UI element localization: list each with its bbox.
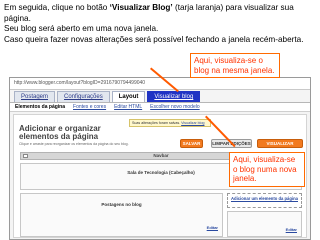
saved-notice: Suas alterações foram salvas. Visualizar…	[129, 119, 211, 127]
sidebar-gadget[interactable]: Editar	[227, 211, 302, 237]
tab-layout[interactable]: Layout	[111, 91, 146, 102]
tab-visualizar-blog[interactable]: Visualizar blog	[147, 91, 201, 102]
subnav-fontes[interactable]: Fontes e cores	[73, 104, 106, 110]
callout-new-window: Aqui, visualiza-se o blog numa nova jane…	[229, 152, 305, 187]
save-button[interactable]: SALVAR	[180, 139, 203, 148]
navbar-label: Navbar	[153, 153, 169, 158]
page-title: Adicionar e organizar elementos da págin…	[19, 124, 101, 141]
instructions-button-name: ‘Visualizar Blog’	[109, 3, 173, 12]
tab-postagem[interactable]: Postagem	[14, 91, 56, 102]
address-bar[interactable]: http://www.blogger.com/layout?blogID=291…	[10, 78, 310, 90]
navbar-edit-icon[interactable]	[23, 154, 28, 158]
add-gadget-link[interactable]: Adicionar um elemento da página	[227, 193, 302, 208]
callout-same-window: Aqui, visualiza-se o blog na mesma janel…	[190, 53, 280, 78]
instructions-line-1: Em seguida, clique no botão ‘Visualizar …	[4, 3, 318, 24]
instructions-line-3: Caso queira fazer novas alterações será …	[4, 34, 304, 44]
page-description: Clique e arraste para reorganizar os ele…	[19, 142, 129, 146]
saved-notice-text: Suas alterações foram salvas.	[132, 121, 181, 125]
layout-subnav: Elementos da página Fontes e cores Edita…	[10, 103, 310, 112]
preview-button[interactable]: VISUALIZAR	[257, 139, 303, 148]
blog-posts-edit-link[interactable]: Editar	[207, 225, 218, 230]
main-tabs: Postagem Configurações Layout Visualizar…	[10, 90, 310, 103]
sidebar-gadget-edit-link[interactable]: Editar	[286, 227, 297, 232]
subnav-modelo[interactable]: Escolher novo modelo	[150, 104, 199, 110]
saved-notice-view-blog-link[interactable]: Visualizar blog	[181, 121, 204, 125]
tab-configuracoes[interactable]: Configurações	[57, 91, 110, 102]
instructions-line-2: Seu blog será aberto em uma nova janela.	[4, 24, 159, 34]
blog-posts-gadget[interactable]: Postagens no blog Editar	[20, 193, 223, 237]
blog-posts-title: Postagens no blog	[101, 202, 142, 207]
subnav-elementos[interactable]: Elementos da página	[15, 104, 65, 110]
instructions-text: Em seguida, clique no botão ‘Visualizar …	[4, 3, 318, 45]
sidebar-column: Adicionar um elemento da página Editar	[227, 193, 302, 237]
subnav-html[interactable]: Editar HTML	[114, 104, 142, 110]
instructions-line-1-start: Em seguida, clique no botão	[4, 3, 110, 12]
